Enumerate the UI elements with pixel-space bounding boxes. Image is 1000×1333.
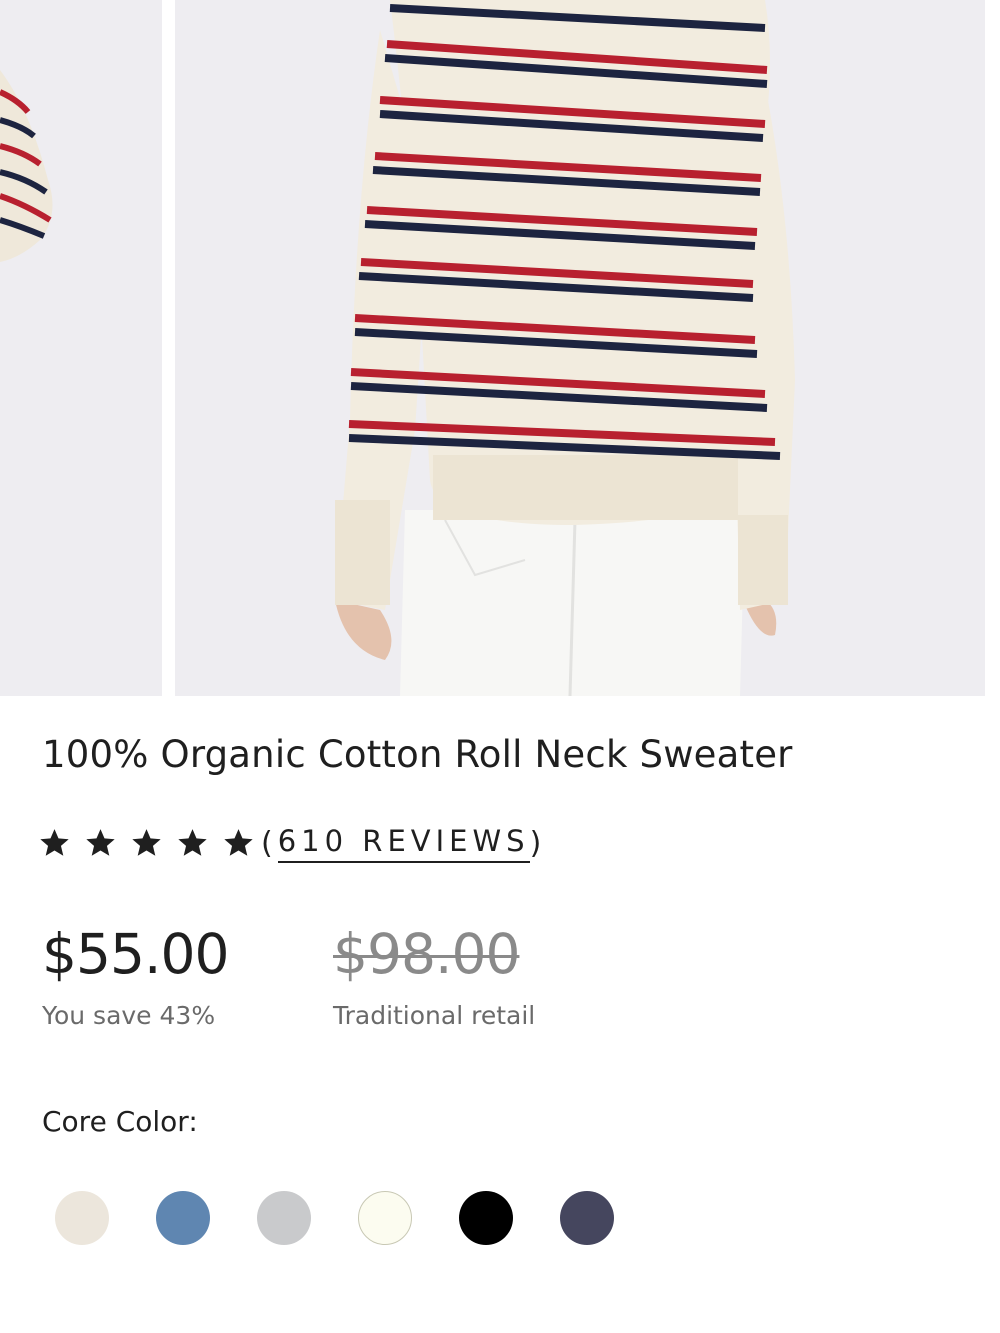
color-swatch-cream[interactable] [358,1191,412,1245]
color-swatch-black[interactable] [459,1191,513,1245]
reviews-link[interactable]: ( 610 REVIEWS ) [261,824,546,863]
color-label: Core Color: [42,1105,198,1138]
color-swatch-ivory[interactable] [55,1191,109,1245]
savings-text: You save 43% [42,1001,216,1030]
star-icon [86,828,115,856]
reviews-count[interactable]: 610 REVIEWS [277,824,530,863]
sale-price: $55.00 [42,922,229,986]
color-swatch-blue[interactable] [156,1191,210,1245]
product-rating: ( 610 REVIEWS ) [38,818,546,868]
retail-label: Traditional retail [333,1001,536,1030]
star-icon [178,828,207,856]
image-gallery[interactable] [0,0,1000,696]
gallery-image-main[interactable] [175,0,985,696]
retail-price: $98.00 [333,922,520,986]
star-rating [38,827,261,860]
gallery-image-previous[interactable] [0,0,162,696]
product-page: 100% Organic Cotton Roll Neck Sweater ( … [0,0,1000,1333]
reviews-open-paren: ( [261,825,278,861]
color-swatches [55,1191,661,1245]
star-icon [40,828,69,856]
color-swatch-navy[interactable] [560,1191,614,1245]
reviews-close-paren: ) [529,825,547,861]
star-icon [132,828,161,856]
product-title: 100% Organic Cotton Roll Neck Sweater [42,733,793,776]
star-icon [224,828,253,856]
color-swatch-grey[interactable] [257,1191,311,1245]
